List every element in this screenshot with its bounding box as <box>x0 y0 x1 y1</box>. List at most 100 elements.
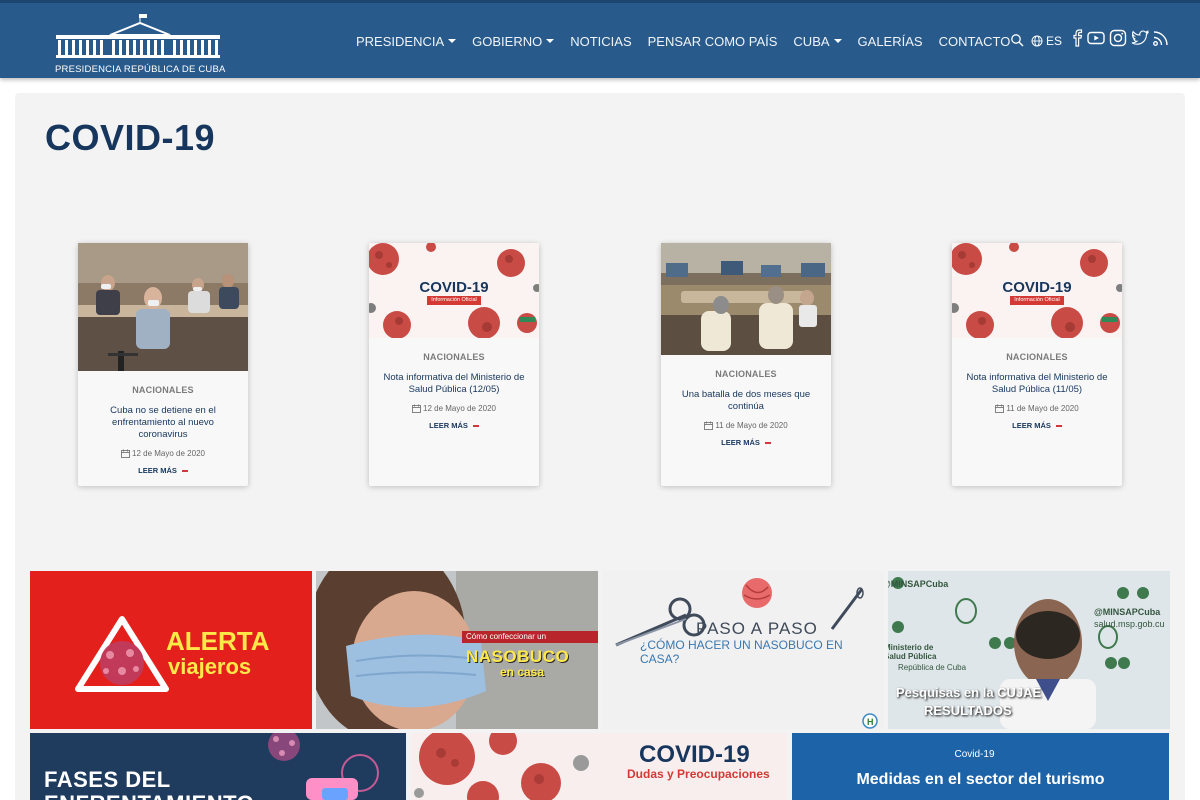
paso-subtitle: ¿CÓMO HACER UN NASOBUCO EN CASA? <box>640 638 843 666</box>
watermark-site: salud.msp.gob.cu <box>1094 619 1165 629</box>
news-card-category: NACIONALES <box>1006 352 1068 362</box>
watermark-republic: República de Cuba <box>898 663 967 672</box>
dudas-subtitle: Dudas y Preocupaciones <box>627 767 770 781</box>
read-more-label: LEER MÁS <box>429 421 468 430</box>
turismo-title: Medidas en el sector del turismo <box>856 771 1105 788</box>
video-tile-fases-enfrentamiento[interactable]: FASES DEL ENFRENTAMIENTO <box>30 733 406 800</box>
nav-label: CONTACTO <box>938 33 1011 49</box>
youtube-icon[interactable] <box>1087 29 1105 47</box>
read-more-label: LEER MÁS <box>138 466 177 475</box>
news-card-date-text: 12 de Mayo de 2020 <box>423 404 496 413</box>
video-tile-dudas-preocupaciones[interactable]: COVID-19 Dudas y Preocupaciones <box>411 733 787 800</box>
facebook-icon[interactable] <box>1069 29 1087 47</box>
paso-title: PASO A PASO <box>696 619 818 638</box>
caret-down-icon <box>833 39 842 43</box>
news-card-image[interactable] <box>78 243 248 371</box>
presidency-logo[interactable]: PRESIDENCIA REPÚBLICA DE CUBA <box>55 13 225 75</box>
caret-down-icon <box>448 39 457 43</box>
nav-label: PENSAR COMO PAÍS <box>647 33 778 49</box>
instagram-icon[interactable] <box>1109 29 1127 47</box>
video-tile-pesquisas-cujae[interactable]: @MINSAPCuba @MINSAPCuba salud.msp.gob.cu… <box>888 571 1170 729</box>
globe-icon <box>1031 35 1043 47</box>
nasobuco-intro: Cómo confeccionar un <box>466 632 547 641</box>
dash-icon <box>472 424 479 427</box>
dash-icon <box>764 441 771 444</box>
nav-item-galerias[interactable]: GALERÍAS <box>858 34 923 49</box>
read-more-link[interactable]: LEER MÁS <box>952 421 1122 430</box>
covid-banner-title: COVID-19 <box>1002 279 1072 296</box>
news-card-title[interactable]: Nota informativa del Ministerio de Salud… <box>381 372 527 396</box>
nav-item-presidencia[interactable]: PRESIDENCIA <box>356 33 457 49</box>
nav-label: GALERÍAS <box>857 33 923 49</box>
read-more-link[interactable]: LEER MÁS <box>369 421 539 430</box>
nav-label: CUBA <box>793 33 830 49</box>
pesquisas-title: Pesquisas en la CUJAE <box>896 685 1042 700</box>
brand-name: PRESIDENCIA REPÚBLICA DE CUBA <box>55 64 226 75</box>
read-more-label: LEER MÁS <box>721 438 760 447</box>
news-card[interactable]: NACIONALES Una batalla de dos meses que … <box>661 243 831 486</box>
nav-label: NOTICIAS <box>570 33 632 49</box>
video-tile-paso-a-paso[interactable]: H PASO A PASO ¿CÓMO HACER UN NASOBUCO EN… <box>602 571 884 729</box>
nav-item-cuba[interactable]: CUBA <box>793 33 842 49</box>
video-tile-alerta-viajeros[interactable]: ALERTA viajeros <box>30 571 312 729</box>
video-tile-nasobuco[interactable]: Cómo confeccionar un NASOBUCO en casa <box>316 571 598 729</box>
nasobuco-title: NASOBUCO <box>466 647 570 666</box>
page-title: COVID-19 <box>45 117 216 158</box>
dash-icon <box>181 469 188 472</box>
news-card-date-text: 11 de Mayo de 2020 <box>715 421 788 430</box>
nasobuco-subtitle: en casa <box>500 665 545 679</box>
news-card-title[interactable]: Cuba no se detiene en el enfrentamiento … <box>90 405 236 441</box>
search-icon[interactable] <box>1010 33 1024 47</box>
news-card-image[interactable]: COVID-19 Información Oficial <box>952 243 1122 338</box>
read-more-label: LEER MÁS <box>1012 421 1051 430</box>
news-card-date-text: 11 de Mayo de 2020 <box>1006 404 1079 413</box>
news-card-image[interactable]: COVID-19 Información Oficial <box>369 243 539 338</box>
nav-item-contacto[interactable]: CONTACTO <box>939 34 1011 49</box>
calendar-icon <box>412 404 421 413</box>
watermark-handle-right: @MINSAPCuba <box>1094 607 1161 617</box>
read-more-link[interactable]: LEER MÁS <box>78 466 248 475</box>
news-card-title[interactable]: Una batalla de dos meses que continúa <box>673 389 819 413</box>
news-card-date-text: 12 de Mayo de 2020 <box>132 449 205 458</box>
language-label: ES <box>1046 34 1063 48</box>
news-card-date: 12 de Mayo de 2020 <box>369 404 539 413</box>
language-selector[interactable]: ES <box>1031 34 1062 48</box>
alerta-subtitle: viajeros <box>168 654 252 679</box>
nav-item-noticias[interactable]: NOTICIAS <box>570 34 631 49</box>
rss-icon[interactable] <box>1152 29 1170 47</box>
dash-icon <box>1055 424 1062 427</box>
nav-item-pensar-como-pais[interactable]: PENSAR COMO PAÍS <box>648 34 778 49</box>
watermark-ministry: Ministerio de Salud Pública <box>888 643 937 661</box>
news-card-image[interactable] <box>661 243 831 355</box>
news-card-title[interactable]: Nota informativa del Ministerio de Salud… <box>964 372 1110 396</box>
nav-item-gobierno[interactable]: GOBIERNO <box>472 33 555 49</box>
news-card-date: 11 de Mayo de 2020 <box>661 421 831 430</box>
dudas-title: COVID-19 <box>639 741 750 768</box>
news-card-category: NACIONALES <box>132 385 194 395</box>
calendar-icon <box>121 449 130 458</box>
main-navigation: PRESIDENCIA GOBIERNO NOTICIAS PENSAR COM… <box>356 31 1026 51</box>
covid-banner-subtitle: Información Oficial <box>427 296 481 305</box>
news-card[interactable]: COVID-19 Información Oficial NACIONALES … <box>952 243 1122 486</box>
read-more-link[interactable]: LEER MÁS <box>661 438 831 447</box>
news-card[interactable]: NACIONALES Cuba no se detiene en el enfr… <box>78 243 248 486</box>
caret-down-icon <box>546 39 555 43</box>
twitter-icon[interactable] <box>1131 29 1149 47</box>
nav-label: GOBIERNO <box>472 33 543 49</box>
news-card-date: 12 de Mayo de 2020 <box>78 449 248 458</box>
palace-logo-graphic <box>56 14 220 58</box>
alerta-title: ALERTA <box>166 626 270 656</box>
news-card-date: 11 de Mayo de 2020 <box>952 404 1122 413</box>
ministry-logo-mark: H <box>867 717 874 727</box>
top-navigation-bar: PRESIDENCIA REPÚBLICA DE CUBA PRESIDENCI… <box>0 0 1200 78</box>
news-card[interactable]: COVID-19 Información Oficial NACIONALES … <box>369 243 539 486</box>
watermark-handle: @MINSAPCuba <box>888 579 949 589</box>
calendar-icon <box>704 421 714 430</box>
covid-banner-subtitle: Información Oficial <box>1010 296 1064 305</box>
pesquisas-subtitle: RESULTADOS <box>924 703 1012 718</box>
turismo-label: Covid-19 <box>954 749 995 760</box>
calendar-icon <box>995 404 1005 413</box>
nav-label: PRESIDENCIA <box>356 33 445 49</box>
video-tile-medidas-turismo[interactable]: Covid-19 Medidas en el sector del turism… <box>792 733 1169 800</box>
covid-banner-title: COVID-19 <box>419 279 489 296</box>
